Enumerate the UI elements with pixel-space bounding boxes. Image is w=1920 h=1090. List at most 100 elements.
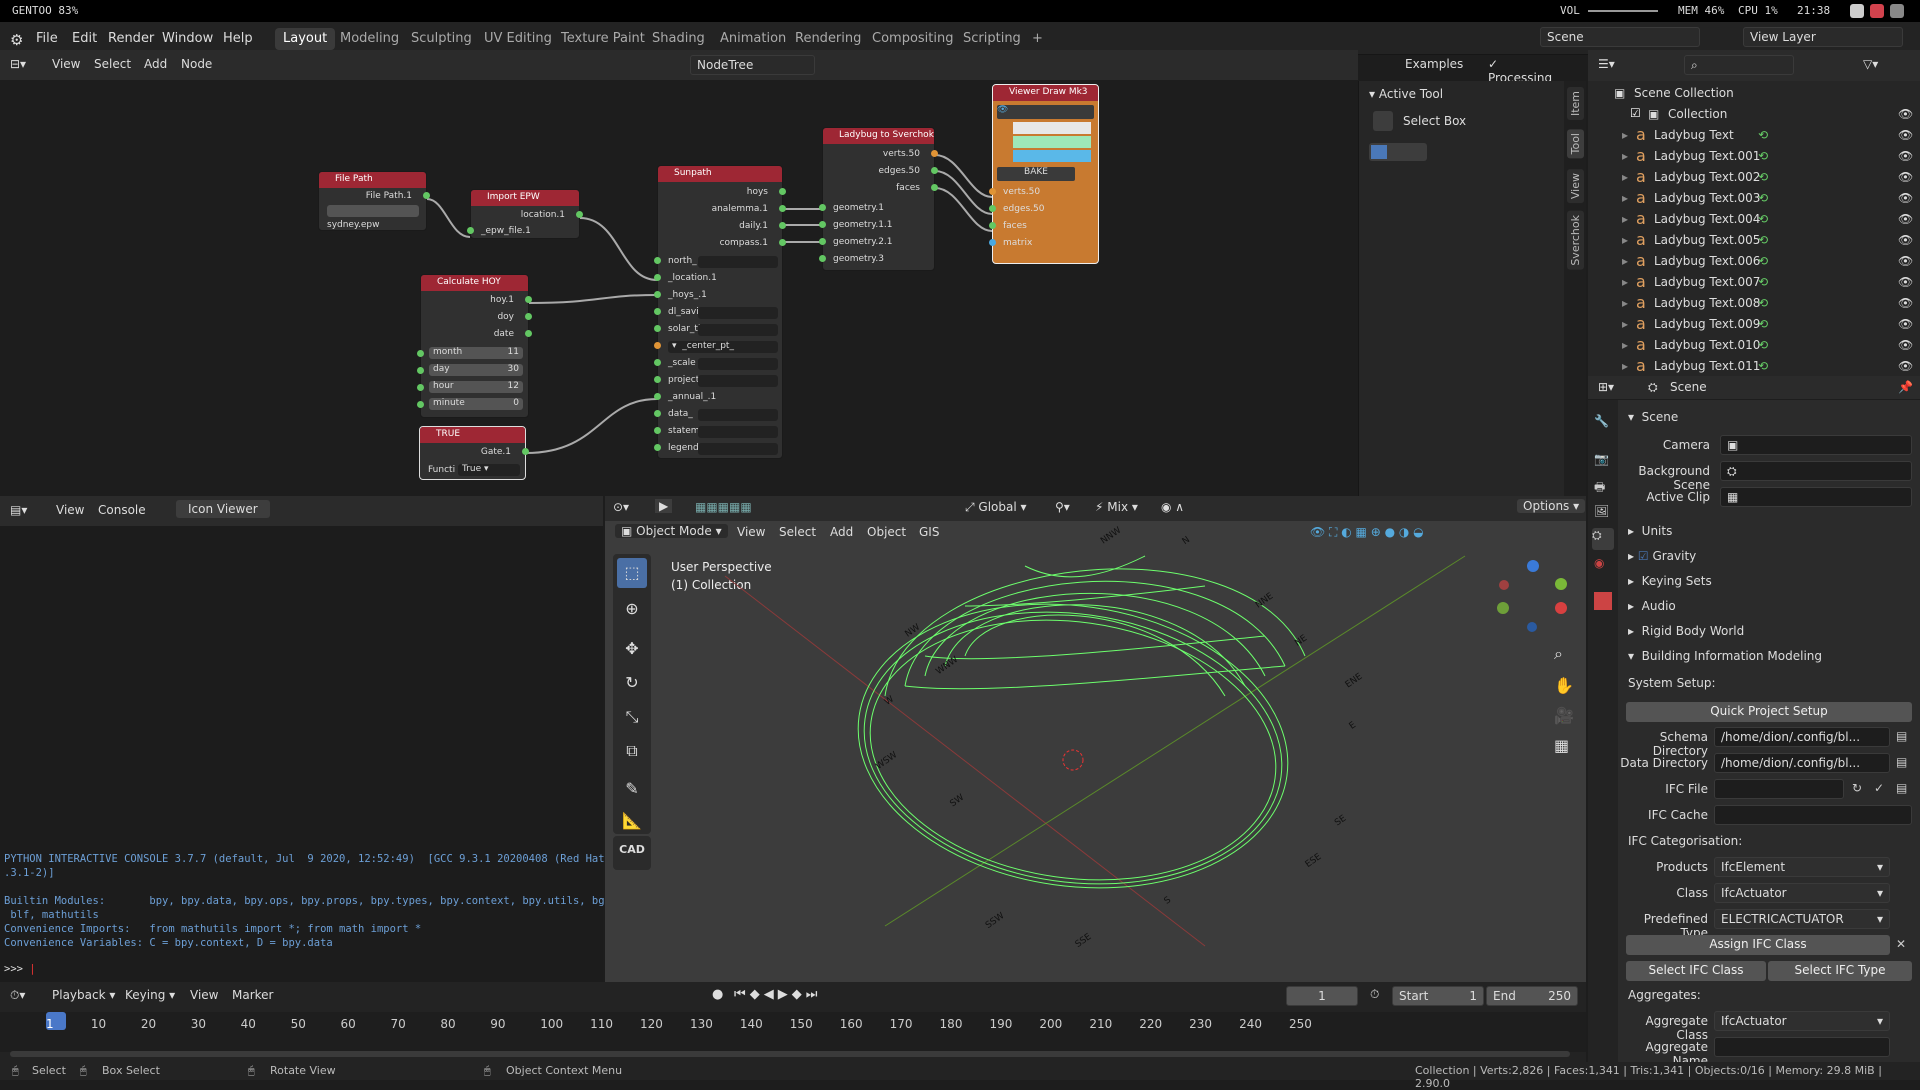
select-ifc-type-button[interactable]: Select IFC Type <box>1768 961 1912 981</box>
outliner-item[interactable]: ▸ a Ladybug Text ⟲ 👁 <box>1588 125 1920 146</box>
neg-y-icon[interactable] <box>1497 602 1509 614</box>
checkbox-icon[interactable]: ☑ <box>1630 106 1641 120</box>
input-socket[interactable] <box>654 274 661 281</box>
class-dropdown[interactable]: IfcActuator ▾ <box>1714 883 1890 903</box>
input-socket[interactable] <box>989 222 996 229</box>
console-menu-view[interactable]: View <box>56 503 84 517</box>
aggregate-name-field[interactable] <box>1714 1037 1890 1057</box>
func-dropdown[interactable]: True ▾ <box>458 464 520 476</box>
keying-menu[interactable]: Keying ▾ <box>125 988 175 1002</box>
gravity-checkbox[interactable]: ☑ <box>1638 549 1649 563</box>
eye-icon[interactable]: 👁 <box>1898 212 1913 226</box>
view-layer-tab-icon[interactable]: 🖼 <box>1594 504 1612 522</box>
eye-icon[interactable]: 👁 <box>1898 359 1913 373</box>
node-menu-node[interactable]: Node <box>181 57 212 71</box>
record-button[interactable]: ● <box>712 987 723 1002</box>
input-socket[interactable] <box>654 325 661 332</box>
scene-tab-icon[interactable]: ⛭ <box>1592 528 1614 550</box>
input-socket[interactable] <box>654 359 661 366</box>
rigid-body-panel[interactable]: ▸ Rigid Body World <box>1628 624 1744 638</box>
gravity-panel[interactable]: ▸ ☑ Gravity <box>1628 549 1696 563</box>
solar-time-field[interactable] <box>698 324 778 336</box>
eye-icon[interactable]: 👁 <box>1898 170 1913 184</box>
input-socket[interactable] <box>654 257 661 264</box>
eye-icon[interactable]: 👁 <box>1898 191 1913 205</box>
eye-icon[interactable]: 👁 <box>1898 233 1913 247</box>
input-socket[interactable] <box>654 308 661 315</box>
tab-view[interactable]: View <box>1567 169 1584 204</box>
input-socket[interactable] <box>654 410 661 417</box>
select-mode-buttons[interactable] <box>1369 143 1427 161</box>
input-socket[interactable] <box>989 239 996 246</box>
scene-selector[interactable]: Scene <box>1540 27 1700 47</box>
end-frame-field[interactable]: End 250 <box>1486 986 1578 1006</box>
audio-panel[interactable]: ▸ Audio <box>1628 599 1676 613</box>
tab-animation[interactable]: Animation <box>712 28 794 50</box>
menu-edit[interactable]: Edit <box>72 31 97 46</box>
node-tree-selector[interactable]: NodeTree <box>690 55 815 75</box>
tab-compositing[interactable]: Compositing <box>864 28 962 50</box>
outliner-item[interactable]: ▸ a Ladybug Text.011 ⟲ 👁 <box>1588 356 1920 377</box>
aggregate-class-dropdown[interactable]: IfcActuator ▾ <box>1714 1011 1890 1031</box>
menu-file[interactable]: File <box>36 31 58 46</box>
expand-icon[interactable]: ▸ <box>1622 170 1628 184</box>
ifc-cache-field[interactable] <box>1714 805 1912 825</box>
timeline-type-icon[interactable]: ⏱▾ <box>10 988 25 1003</box>
select-ifc-class-button[interactable]: Select IFC Class <box>1626 961 1766 981</box>
neg-x-icon[interactable] <box>1499 580 1509 590</box>
folder-icon[interactable]: ▤ <box>1896 729 1907 743</box>
file-browse-button[interactable] <box>327 205 419 217</box>
input-socket[interactable] <box>989 205 996 212</box>
project-field[interactable] <box>698 375 778 387</box>
console-prompt[interactable]: >>> | <box>4 963 36 975</box>
outliner-search[interactable]: ⌕ <box>1684 55 1794 75</box>
menu-help[interactable]: Help <box>223 31 253 46</box>
scene-collection-row[interactable]: ▣ Scene Collection <box>1588 83 1920 104</box>
folder-icon[interactable]: ▤ <box>1896 781 1907 795</box>
x-axis-icon[interactable] <box>1555 602 1567 614</box>
bg-scene-field[interactable]: ⛭ <box>1720 461 1912 481</box>
neg-z-icon[interactable] <box>1527 622 1537 632</box>
close-icon[interactable]: ✕ <box>1896 937 1906 951</box>
quick-setup-button[interactable]: Quick Project Setup <box>1626 702 1912 722</box>
tab-tool[interactable]: Tool <box>1567 129 1584 159</box>
expand-icon[interactable]: ▸ <box>1622 254 1628 268</box>
node-canvas[interactable]: File Path File Path.1 sydney.epw Import … <box>0 81 1358 496</box>
assign-ifc-class-button[interactable]: Assign IFC Class <box>1626 935 1890 955</box>
eye-icon[interactable]: 👁 <box>1898 275 1913 289</box>
console-menu-console[interactable]: Console <box>98 503 146 517</box>
bim-panel[interactable]: ▾ Building Information Modeling <box>1628 649 1822 663</box>
refresh-icon[interactable]: ↻ <box>1852 781 1862 795</box>
ifc-file-field[interactable] <box>1714 779 1844 799</box>
outliner-item[interactable]: ▸ a Ladybug Text.002 ⟲ 👁 <box>1588 167 1920 188</box>
tab-sculpting[interactable]: Sculpting <box>403 28 480 50</box>
outliner-item[interactable]: ▸ a Ladybug Text.010 ⟲ 👁 <box>1588 335 1920 356</box>
outliner-item[interactable]: ▸ a Ladybug Text.003 ⟲ 👁 <box>1588 188 1920 209</box>
node-true[interactable]: TRUE Gate.1 Functi True ▾ <box>419 426 529 480</box>
outliner-item[interactable]: ▸ a Ladybug Text.005 ⟲ 👁 <box>1588 230 1920 251</box>
output-socket[interactable] <box>779 222 786 229</box>
tab-scripting[interactable]: Scripting <box>955 28 1029 50</box>
current-frame-field[interactable]: 1 <box>1286 986 1358 1006</box>
eye-icon[interactable]: 👁 <box>1898 107 1913 121</box>
input-socket[interactable] <box>989 188 996 195</box>
output-socket[interactable] <box>779 205 786 212</box>
month-field[interactable]: month 11 <box>429 347 523 359</box>
check-icon[interactable]: ✓ <box>1874 781 1884 795</box>
tab-uv-editing[interactable]: UV Editing <box>476 28 560 50</box>
python-console[interactable]: PYTHON INTERACTIVE CONSOLE 3.7.7 (defaul… <box>0 526 617 982</box>
node-calculate-hoy[interactable]: Calculate HOY hoy.1 doy date month 11 day… <box>417 274 532 418</box>
filter-icon[interactable]: ▽▾ <box>1863 57 1878 71</box>
editor-type-icon[interactable]: ⊟▾ <box>10 57 26 71</box>
navigation-gizmo[interactable] <box>1493 558 1573 638</box>
icon-viewer-button[interactable]: Icon Viewer <box>176 500 270 518</box>
data-field[interactable] <box>698 409 778 421</box>
node-import-epw[interactable]: Import EPW location.1 _epw_file.1 <box>467 189 583 239</box>
tab-item[interactable]: Item <box>1567 87 1584 121</box>
tab-rendering[interactable]: Rendering <box>787 28 869 50</box>
day-field[interactable]: day 30 <box>429 364 523 376</box>
expand-icon[interactable]: ▸ <box>1622 317 1628 331</box>
tab-layout[interactable]: Layout <box>275 28 336 50</box>
console-type-icon[interactable]: ▤▾ <box>10 503 27 517</box>
camera-field[interactable]: ▣ <box>1720 435 1912 455</box>
